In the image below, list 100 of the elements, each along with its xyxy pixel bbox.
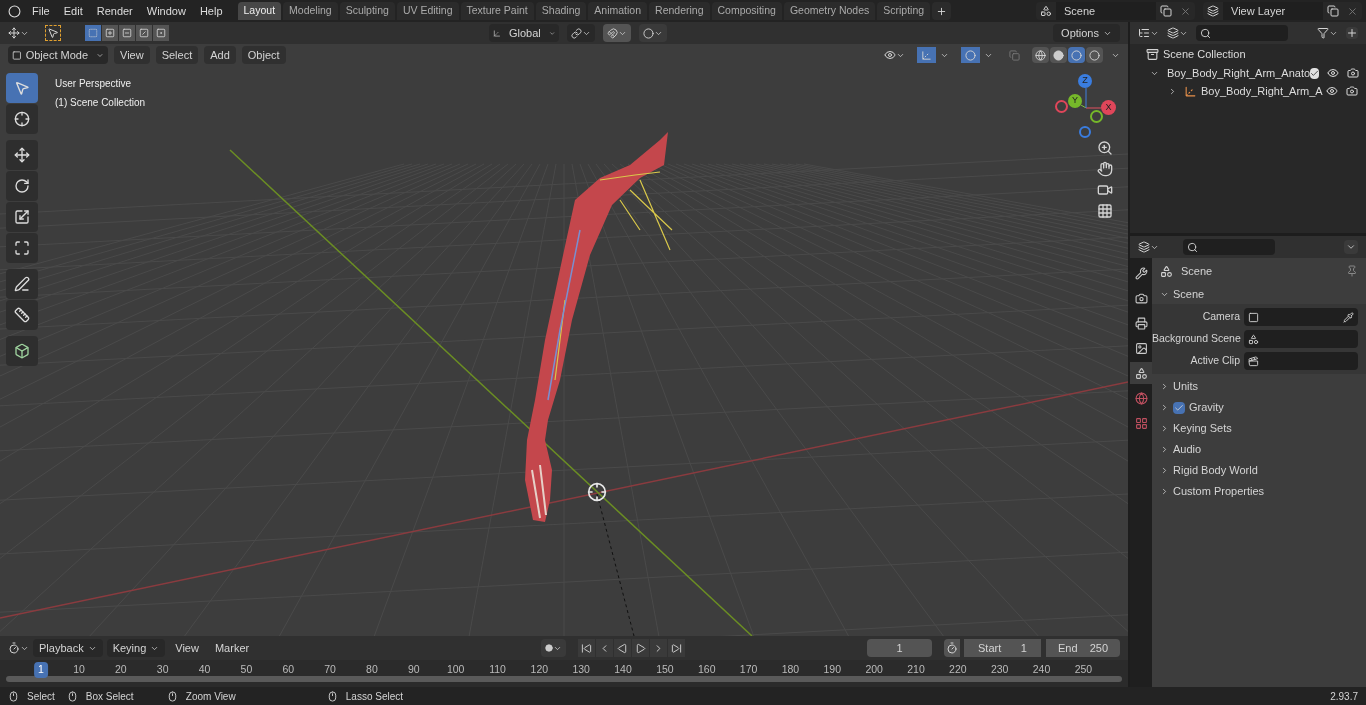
transform-tool-button[interactable] bbox=[6, 233, 38, 263]
axis-handle[interactable]: X bbox=[1101, 100, 1116, 115]
workspace-tab[interactable]: Animation bbox=[588, 2, 648, 20]
negative-axis-handle[interactable] bbox=[1055, 100, 1068, 113]
search-field[interactable] bbox=[1183, 239, 1275, 255]
jump-end-button[interactable] bbox=[668, 639, 686, 657]
timeline-menu[interactable]: Playback bbox=[33, 639, 103, 657]
next-keyframe-button[interactable] bbox=[650, 639, 668, 657]
new-collection-button[interactable] bbox=[1346, 27, 1358, 39]
visibility-toggle[interactable] bbox=[1327, 67, 1340, 79]
checkbox[interactable] bbox=[1173, 401, 1185, 414]
property-field[interactable] bbox=[1244, 352, 1358, 370]
add-cube-tool-button[interactable] bbox=[6, 336, 38, 366]
pivot-button[interactable] bbox=[567, 24, 596, 42]
options-dropdown[interactable] bbox=[1344, 240, 1358, 254]
editor-type-button[interactable] bbox=[8, 642, 29, 654]
subpanel-header[interactable]: Gravity bbox=[1160, 399, 1224, 416]
subpanel-header[interactable]: Audio bbox=[1160, 441, 1202, 458]
workspace-tab[interactable]: Layout bbox=[237, 2, 282, 20]
timeline-menu[interactable]: Marker bbox=[208, 639, 256, 657]
workspace-tab[interactable]: Scripting bbox=[877, 2, 931, 20]
property-field[interactable] bbox=[1244, 308, 1358, 326]
subpanel-header[interactable]: Units bbox=[1160, 378, 1199, 395]
mode-dropdown[interactable]: Object Mode bbox=[8, 46, 108, 64]
add-workspace-button[interactable] bbox=[932, 2, 952, 20]
select-mode-button[interactable] bbox=[136, 25, 152, 41]
scale-tool-button[interactable] bbox=[6, 202, 38, 232]
measure-tool-button[interactable] bbox=[6, 300, 38, 330]
workspace-tab[interactable]: Modeling bbox=[283, 2, 338, 20]
outliner-item[interactable]: Boy_Body_Right_Arm_A bbox=[1201, 82, 1323, 100]
axis-handle[interactable]: Y bbox=[1068, 94, 1082, 108]
scene-selector[interactable]: Scene bbox=[1036, 2, 1195, 20]
shading-mode-button[interactable] bbox=[1050, 47, 1067, 63]
proportional-edit-button[interactable] bbox=[639, 24, 668, 42]
play-button[interactable] bbox=[632, 639, 650, 657]
editor-type-button[interactable] bbox=[1138, 241, 1159, 253]
viewport-menu[interactable]: Select bbox=[155, 46, 199, 64]
zoom-button[interactable] bbox=[1097, 140, 1113, 156]
menu-item[interactable]: Window bbox=[139, 2, 193, 20]
shading-mode-button[interactable] bbox=[1086, 47, 1103, 63]
rotate-tool-button[interactable] bbox=[6, 171, 38, 201]
viewport-menu[interactable]: View bbox=[114, 46, 150, 64]
viewport-menu[interactable]: Add bbox=[204, 46, 236, 64]
negative-axis-handle[interactable] bbox=[1090, 110, 1103, 123]
timeline-menu[interactable]: View bbox=[169, 639, 205, 657]
pin-button[interactable] bbox=[1346, 265, 1358, 277]
shading-mode-button[interactable] bbox=[1032, 47, 1049, 63]
visibility-toggle[interactable] bbox=[1326, 85, 1338, 97]
search-field[interactable] bbox=[1196, 25, 1288, 41]
pan-button[interactable] bbox=[1097, 161, 1113, 177]
annotate-tool-button[interactable] bbox=[6, 269, 38, 299]
select-mode-button[interactable] bbox=[119, 25, 135, 41]
options-dropdown[interactable]: Options bbox=[1053, 24, 1120, 42]
viewport-menu[interactable]: Object bbox=[241, 46, 286, 64]
timeline-menu[interactable]: Keying bbox=[106, 639, 166, 657]
select-tool-button[interactable] bbox=[6, 73, 38, 103]
snap-button[interactable] bbox=[603, 24, 632, 42]
menu-item[interactable]: Edit bbox=[56, 2, 90, 20]
editor-type-button[interactable] bbox=[1138, 27, 1159, 39]
render-toggle[interactable] bbox=[1347, 67, 1360, 79]
outliner-item[interactable]: Boy_Body_Right_Arm_Anato bbox=[1167, 64, 1311, 82]
workspace-tab[interactable]: Compositing bbox=[711, 2, 782, 20]
outliner-item[interactable]: Scene Collection bbox=[1163, 45, 1246, 63]
subpanel-header[interactable]: Rigid Body World bbox=[1160, 462, 1258, 479]
end-frame-field[interactable]: End 250 bbox=[1046, 639, 1120, 657]
property-field[interactable] bbox=[1244, 330, 1358, 348]
workspace-tab[interactable]: Rendering bbox=[649, 2, 710, 20]
exclude-checkbox[interactable] bbox=[1310, 67, 1320, 79]
active-tool-button[interactable] bbox=[45, 25, 61, 41]
properties-tab[interactable] bbox=[1130, 362, 1152, 384]
axis-handle[interactable]: Z bbox=[1078, 74, 1092, 88]
orientation-dropdown[interactable]: Global bbox=[489, 24, 560, 42]
app-logo-button[interactable] bbox=[8, 4, 21, 18]
filter-button[interactable] bbox=[1317, 27, 1338, 39]
editor-type-button[interactable] bbox=[8, 27, 29, 39]
record-button[interactable] bbox=[541, 639, 567, 657]
grid-view-button[interactable] bbox=[1097, 203, 1113, 219]
negative-axis-handle[interactable] bbox=[1079, 126, 1091, 138]
previous-keyframe-button[interactable] bbox=[596, 639, 614, 657]
select-mode-button[interactable] bbox=[102, 25, 118, 41]
view-layer-selector[interactable]: View Layer bbox=[1203, 2, 1362, 20]
subpanel-header[interactable]: Keying Sets bbox=[1160, 420, 1232, 437]
workspace-tab[interactable]: UV Editing bbox=[396, 2, 459, 20]
workspace-tab[interactable]: Shading bbox=[535, 2, 587, 20]
menu-item[interactable]: Help bbox=[192, 2, 230, 20]
play-reverse-button[interactable] bbox=[614, 639, 632, 657]
cursor-tool-button[interactable] bbox=[6, 104, 38, 134]
move-tool-button[interactable] bbox=[6, 140, 38, 170]
menu-item[interactable]: File bbox=[25, 2, 57, 20]
workspace-tab[interactable]: Sculpting bbox=[339, 2, 395, 20]
workspace-tab[interactable]: Geometry Nodes bbox=[783, 2, 876, 20]
jump-start-button[interactable] bbox=[578, 639, 596, 657]
camera-view-button[interactable] bbox=[1097, 182, 1113, 198]
subpanel-header[interactable]: Custom Properties bbox=[1160, 483, 1265, 500]
select-mode-button[interactable] bbox=[153, 25, 169, 41]
menu-item[interactable]: Render bbox=[89, 2, 140, 20]
shading-mode-button[interactable] bbox=[1068, 47, 1085, 63]
stopwatch-button[interactable] bbox=[944, 639, 960, 657]
visibility-button[interactable] bbox=[884, 49, 905, 61]
panel-header[interactable]: Scene bbox=[1160, 285, 1205, 303]
